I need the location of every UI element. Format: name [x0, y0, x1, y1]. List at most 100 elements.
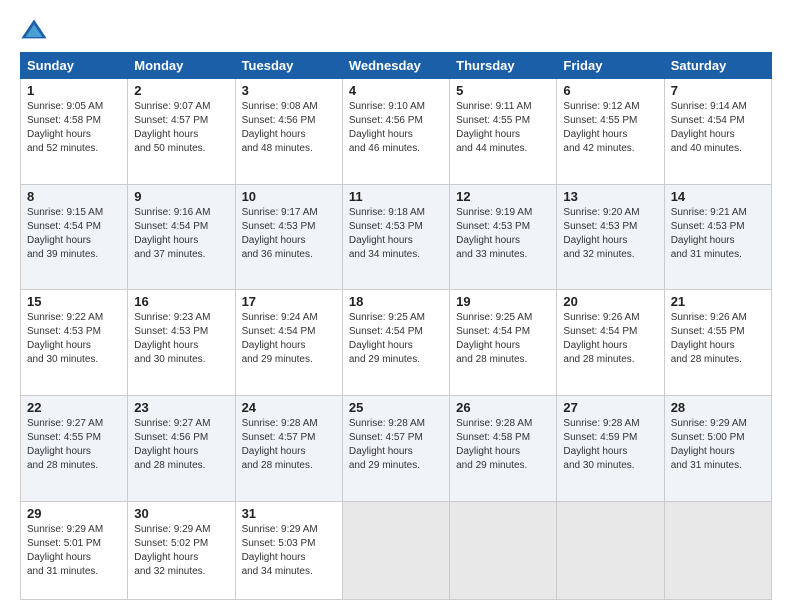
week-row-5: 29 Sunrise: 9:29 AMSunset: 5:01 PMDaylig…	[21, 501, 772, 600]
day-info: Sunrise: 9:28 AMSunset: 4:58 PMDaylight …	[456, 417, 550, 473]
day-number: 10	[242, 189, 336, 204]
calendar-header: SundayMondayTuesdayWednesdayThursdayFrid…	[21, 53, 772, 79]
day-number: 7	[671, 83, 765, 98]
day-number: 21	[671, 294, 765, 309]
header	[20, 16, 772, 44]
calendar-cell: 3 Sunrise: 9:08 AMSunset: 4:56 PMDayligh…	[235, 79, 342, 185]
calendar-cell: 31 Sunrise: 9:29 AMSunset: 5:03 PMDaylig…	[235, 501, 342, 600]
calendar-cell: 7 Sunrise: 9:14 AMSunset: 4:54 PMDayligh…	[664, 79, 771, 185]
calendar-cell: 17 Sunrise: 9:24 AMSunset: 4:54 PMDaylig…	[235, 290, 342, 396]
calendar-cell: 2 Sunrise: 9:07 AMSunset: 4:57 PMDayligh…	[128, 79, 235, 185]
calendar-body: 1 Sunrise: 9:05 AMSunset: 4:58 PMDayligh…	[21, 79, 772, 600]
day-number: 27	[563, 400, 657, 415]
day-info: Sunrise: 9:16 AMSunset: 4:54 PMDaylight …	[134, 206, 228, 262]
calendar-cell: 4 Sunrise: 9:10 AMSunset: 4:56 PMDayligh…	[342, 79, 449, 185]
week-row-1: 1 Sunrise: 9:05 AMSunset: 4:58 PMDayligh…	[21, 79, 772, 185]
calendar-cell: 8 Sunrise: 9:15 AMSunset: 4:54 PMDayligh…	[21, 184, 128, 290]
calendar-cell: 10 Sunrise: 9:17 AMSunset: 4:53 PMDaylig…	[235, 184, 342, 290]
day-info: Sunrise: 9:07 AMSunset: 4:57 PMDaylight …	[134, 100, 228, 156]
weekday-header-friday: Friday	[557, 53, 664, 79]
calendar-cell: 5 Sunrise: 9:11 AMSunset: 4:55 PMDayligh…	[450, 79, 557, 185]
day-info: Sunrise: 9:11 AMSunset: 4:55 PMDaylight …	[456, 100, 550, 156]
calendar-cell: 9 Sunrise: 9:16 AMSunset: 4:54 PMDayligh…	[128, 184, 235, 290]
calendar-cell: 13 Sunrise: 9:20 AMSunset: 4:53 PMDaylig…	[557, 184, 664, 290]
weekday-header-wednesday: Wednesday	[342, 53, 449, 79]
week-row-2: 8 Sunrise: 9:15 AMSunset: 4:54 PMDayligh…	[21, 184, 772, 290]
day-number: 2	[134, 83, 228, 98]
calendar-cell: 12 Sunrise: 9:19 AMSunset: 4:53 PMDaylig…	[450, 184, 557, 290]
calendar-cell: 1 Sunrise: 9:05 AMSunset: 4:58 PMDayligh…	[21, 79, 128, 185]
day-number: 9	[134, 189, 228, 204]
calendar-cell	[450, 501, 557, 600]
day-info: Sunrise: 9:17 AMSunset: 4:53 PMDaylight …	[242, 206, 336, 262]
day-number: 19	[456, 294, 550, 309]
day-info: Sunrise: 9:12 AMSunset: 4:55 PMDaylight …	[563, 100, 657, 156]
day-info: Sunrise: 9:25 AMSunset: 4:54 PMDaylight …	[349, 311, 443, 367]
day-number: 18	[349, 294, 443, 309]
week-row-4: 22 Sunrise: 9:27 AMSunset: 4:55 PMDaylig…	[21, 395, 772, 501]
calendar-cell: 28 Sunrise: 9:29 AMSunset: 5:00 PMDaylig…	[664, 395, 771, 501]
day-number: 8	[27, 189, 121, 204]
day-number: 16	[134, 294, 228, 309]
day-info: Sunrise: 9:22 AMSunset: 4:53 PMDaylight …	[27, 311, 121, 367]
day-info: Sunrise: 9:19 AMSunset: 4:53 PMDaylight …	[456, 206, 550, 262]
day-number: 4	[349, 83, 443, 98]
day-number: 28	[671, 400, 765, 415]
day-info: Sunrise: 9:15 AMSunset: 4:54 PMDaylight …	[27, 206, 121, 262]
day-number: 1	[27, 83, 121, 98]
day-info: Sunrise: 9:28 AMSunset: 4:59 PMDaylight …	[563, 417, 657, 473]
calendar-cell: 18 Sunrise: 9:25 AMSunset: 4:54 PMDaylig…	[342, 290, 449, 396]
calendar-cell: 14 Sunrise: 9:21 AMSunset: 4:53 PMDaylig…	[664, 184, 771, 290]
day-info: Sunrise: 9:10 AMSunset: 4:56 PMDaylight …	[349, 100, 443, 156]
calendar-cell: 24 Sunrise: 9:28 AMSunset: 4:57 PMDaylig…	[235, 395, 342, 501]
day-info: Sunrise: 9:29 AMSunset: 5:03 PMDaylight …	[242, 523, 336, 579]
weekday-header-saturday: Saturday	[664, 53, 771, 79]
calendar-cell: 29 Sunrise: 9:29 AMSunset: 5:01 PMDaylig…	[21, 501, 128, 600]
day-info: Sunrise: 9:24 AMSunset: 4:54 PMDaylight …	[242, 311, 336, 367]
day-number: 29	[27, 506, 121, 521]
day-info: Sunrise: 9:14 AMSunset: 4:54 PMDaylight …	[671, 100, 765, 156]
calendar-cell	[557, 501, 664, 600]
day-info: Sunrise: 9:26 AMSunset: 4:55 PMDaylight …	[671, 311, 765, 367]
day-info: Sunrise: 9:26 AMSunset: 4:54 PMDaylight …	[563, 311, 657, 367]
day-info: Sunrise: 9:27 AMSunset: 4:55 PMDaylight …	[27, 417, 121, 473]
calendar-cell: 25 Sunrise: 9:28 AMSunset: 4:57 PMDaylig…	[342, 395, 449, 501]
weekday-header-sunday: Sunday	[21, 53, 128, 79]
calendar-cell: 11 Sunrise: 9:18 AMSunset: 4:53 PMDaylig…	[342, 184, 449, 290]
day-number: 11	[349, 189, 443, 204]
week-row-3: 15 Sunrise: 9:22 AMSunset: 4:53 PMDaylig…	[21, 290, 772, 396]
calendar-cell: 15 Sunrise: 9:22 AMSunset: 4:53 PMDaylig…	[21, 290, 128, 396]
day-info: Sunrise: 9:29 AMSunset: 5:01 PMDaylight …	[27, 523, 121, 579]
day-info: Sunrise: 9:23 AMSunset: 4:53 PMDaylight …	[134, 311, 228, 367]
day-number: 15	[27, 294, 121, 309]
calendar-cell	[664, 501, 771, 600]
day-info: Sunrise: 9:28 AMSunset: 4:57 PMDaylight …	[242, 417, 336, 473]
day-number: 17	[242, 294, 336, 309]
day-number: 26	[456, 400, 550, 415]
day-info: Sunrise: 9:29 AMSunset: 5:00 PMDaylight …	[671, 417, 765, 473]
calendar-cell: 20 Sunrise: 9:26 AMSunset: 4:54 PMDaylig…	[557, 290, 664, 396]
day-number: 23	[134, 400, 228, 415]
day-info: Sunrise: 9:18 AMSunset: 4:53 PMDaylight …	[349, 206, 443, 262]
weekday-header-row: SundayMondayTuesdayWednesdayThursdayFrid…	[21, 53, 772, 79]
calendar-cell: 6 Sunrise: 9:12 AMSunset: 4:55 PMDayligh…	[557, 79, 664, 185]
page: SundayMondayTuesdayWednesdayThursdayFrid…	[0, 0, 792, 612]
day-info: Sunrise: 9:05 AMSunset: 4:58 PMDaylight …	[27, 100, 121, 156]
logo	[20, 16, 52, 44]
day-info: Sunrise: 9:27 AMSunset: 4:56 PMDaylight …	[134, 417, 228, 473]
calendar-cell: 16 Sunrise: 9:23 AMSunset: 4:53 PMDaylig…	[128, 290, 235, 396]
weekday-header-tuesday: Tuesday	[235, 53, 342, 79]
calendar-cell: 30 Sunrise: 9:29 AMSunset: 5:02 PMDaylig…	[128, 501, 235, 600]
calendar-cell: 23 Sunrise: 9:27 AMSunset: 4:56 PMDaylig…	[128, 395, 235, 501]
day-info: Sunrise: 9:25 AMSunset: 4:54 PMDaylight …	[456, 311, 550, 367]
calendar-cell: 26 Sunrise: 9:28 AMSunset: 4:58 PMDaylig…	[450, 395, 557, 501]
day-info: Sunrise: 9:28 AMSunset: 4:57 PMDaylight …	[349, 417, 443, 473]
calendar-cell: 19 Sunrise: 9:25 AMSunset: 4:54 PMDaylig…	[450, 290, 557, 396]
weekday-header-monday: Monday	[128, 53, 235, 79]
day-number: 20	[563, 294, 657, 309]
day-number: 30	[134, 506, 228, 521]
logo-icon	[20, 16, 48, 44]
day-number: 13	[563, 189, 657, 204]
calendar-cell: 21 Sunrise: 9:26 AMSunset: 4:55 PMDaylig…	[664, 290, 771, 396]
day-number: 6	[563, 83, 657, 98]
